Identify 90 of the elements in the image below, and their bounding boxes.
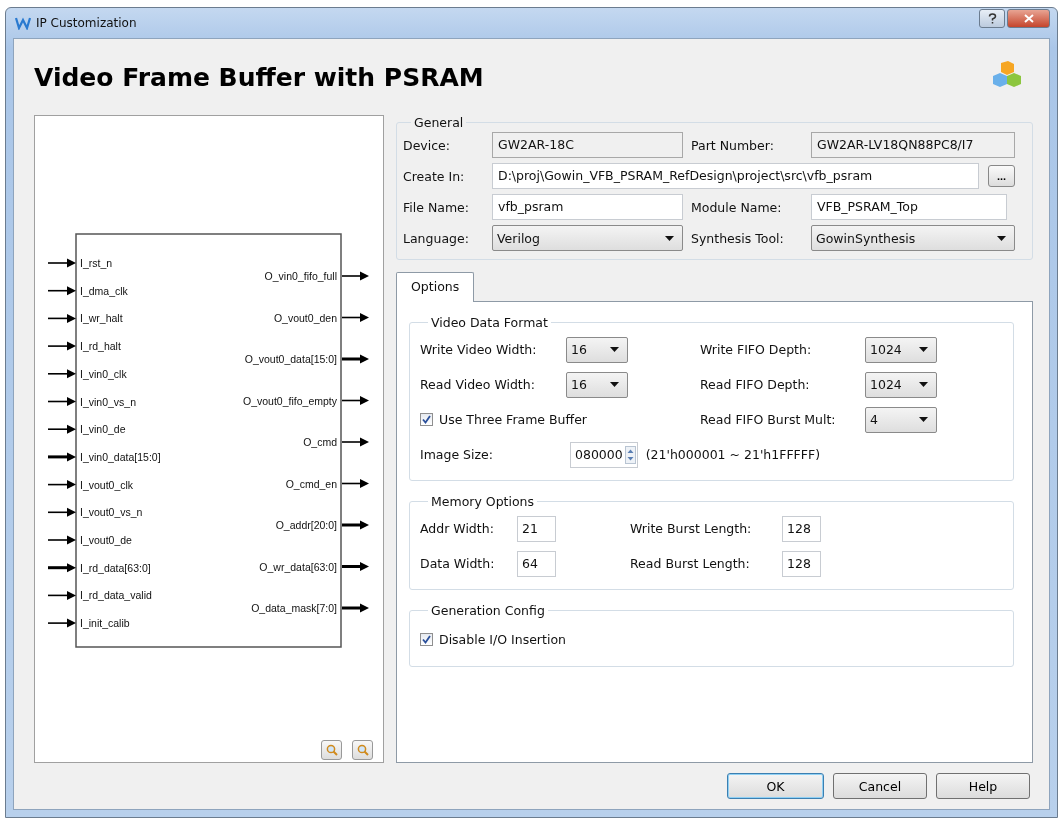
pin-label: O_vout0_fifo_empty (243, 394, 337, 407)
spin-box[interactable]: 080000 (570, 441, 638, 468)
zoom-out-button[interactable] (352, 740, 373, 760)
group-title: General (413, 115, 465, 130)
pin-label: I_vin0_clk (80, 367, 127, 380)
readonly-field: GW2AR-LV18QN88PC8/I7 (811, 132, 1015, 158)
input-field[interactable]: 64 (517, 550, 556, 577)
pin-label: I_dma_clk (80, 284, 128, 297)
input-field[interactable]: D:\proj\Gowin_VFB_PSRAM_RefDesign\project\src\vfb_psram (492, 163, 979, 189)
pin-label: I_init_calib (80, 617, 130, 630)
caret-icon (919, 417, 928, 422)
field-label: Write FIFO Depth: (700, 342, 813, 357)
pin-label: O_data_mask[7:0] (251, 602, 337, 614)
checkbox-label: Use Three Frame Buffer (439, 412, 587, 427)
pin-label: O_addr[20:0] (275, 519, 337, 531)
question-icon (987, 13, 997, 24)
app-logo-icon (15, 16, 31, 30)
spin-arrows-icon[interactable] (624, 445, 636, 464)
window-title: IP Customization (36, 16, 137, 30)
dropdown[interactable]: 4 (865, 406, 937, 433)
dropdown[interactable]: 16 (566, 336, 628, 363)
checkbox[interactable] (420, 413, 433, 426)
dropdown[interactable]: GowinSynthesis (811, 225, 1015, 251)
pin-label: I_vout0_de (80, 534, 132, 546)
pin-label: I_vout0_vs_n (80, 506, 143, 519)
close-icon (1023, 14, 1034, 23)
dropdown[interactable]: 1024 (865, 371, 937, 398)
caret-icon (919, 382, 928, 387)
dialog-button[interactable]: Cancel (833, 773, 927, 799)
readonly-field: GW2AR-18C (492, 132, 683, 158)
caret-icon (610, 347, 619, 352)
group-title: Generation Config (430, 603, 546, 618)
group-title: Memory Options (430, 494, 536, 509)
field-label: Language: (403, 230, 470, 246)
pin-label: I_vin0_de (80, 423, 126, 436)
help-button[interactable] (979, 9, 1005, 28)
pin-label: O_vout0_den (273, 311, 337, 324)
dropdown[interactable]: 16 (566, 371, 628, 398)
pin-label: O_vout0_data[15:0] (244, 353, 337, 365)
field-label: Write Burst Length: (630, 521, 753, 536)
field-label: Synthesis Tool: (691, 230, 785, 246)
browse-button[interactable]: ... (988, 165, 1015, 187)
pin-label: O_cmd (303, 436, 337, 448)
field-label: Read FIFO Depth: (700, 377, 811, 392)
pin-label: I_rd_data[63:0] (80, 561, 151, 574)
input-field[interactable]: 128 (782, 550, 821, 577)
dialog-button[interactable]: OK (727, 773, 824, 799)
field-label: Addr Width: (420, 521, 495, 536)
field-label: Read FIFO Burst Mult: (700, 412, 837, 427)
magnifier-icon (325, 744, 338, 756)
input-field[interactable]: 128 (782, 515, 821, 542)
pin-label: I_vout0_clk (80, 478, 134, 491)
dropdown[interactable]: Verilog (492, 225, 683, 251)
input-field[interactable]: VFB_PSRAM_Top (811, 194, 1007, 220)
tab[interactable]: Options (396, 272, 475, 302)
pin-label: I_rd_halt (80, 340, 121, 353)
field-label: File Name: (403, 199, 470, 215)
field-label: Part Number: (691, 137, 775, 153)
zoom-in-button[interactable] (321, 740, 342, 760)
field-label: Read Burst Length: (630, 556, 751, 571)
field-label: Module Name: (691, 199, 783, 215)
pin-label: I_rd_data_valid (80, 589, 152, 602)
pin-label: I_vin0_vs_n (80, 395, 137, 408)
dropdown[interactable]: 1024 (865, 336, 937, 363)
caret-icon (610, 382, 619, 387)
pin-label: O_vin0_fifo_full (264, 270, 337, 282)
pin-label: I_vin0_data[15:0] (80, 450, 161, 463)
dialog-button[interactable]: Help (936, 773, 1030, 799)
pin-label: O_wr_data[63:0] (259, 560, 337, 573)
field-label: Data Width: (420, 556, 496, 571)
magnifier-icon (356, 744, 369, 756)
input-field[interactable]: 21 (517, 515, 556, 542)
range-hint: (21'h000001 ~ 21'h1FFFFF) (645, 447, 821, 462)
caret-icon (665, 235, 674, 241)
pin-label: I_rst_n (80, 257, 113, 269)
input-field[interactable]: vfb_psram (492, 194, 683, 220)
checkbox[interactable] (420, 632, 433, 646)
field-label: Image Size: (420, 447, 494, 462)
group-title: Video Data Format (430, 315, 549, 330)
close-button[interactable] (1007, 9, 1050, 28)
dialog-heading: Video Frame Buffer with PSRAM (34, 62, 485, 92)
field-label: Read Video Width: (420, 377, 536, 392)
checkbox-label: Disable I/O Insertion (439, 631, 566, 647)
field-label: Write Video Width: (420, 342, 538, 357)
field-label: Create In: (403, 168, 466, 184)
field-label: Device: (403, 137, 451, 153)
pin-label: O_cmd_en (285, 477, 337, 490)
caret-icon (919, 347, 928, 352)
pin-label: I_wr_halt (80, 312, 123, 325)
caret-icon (997, 235, 1006, 241)
